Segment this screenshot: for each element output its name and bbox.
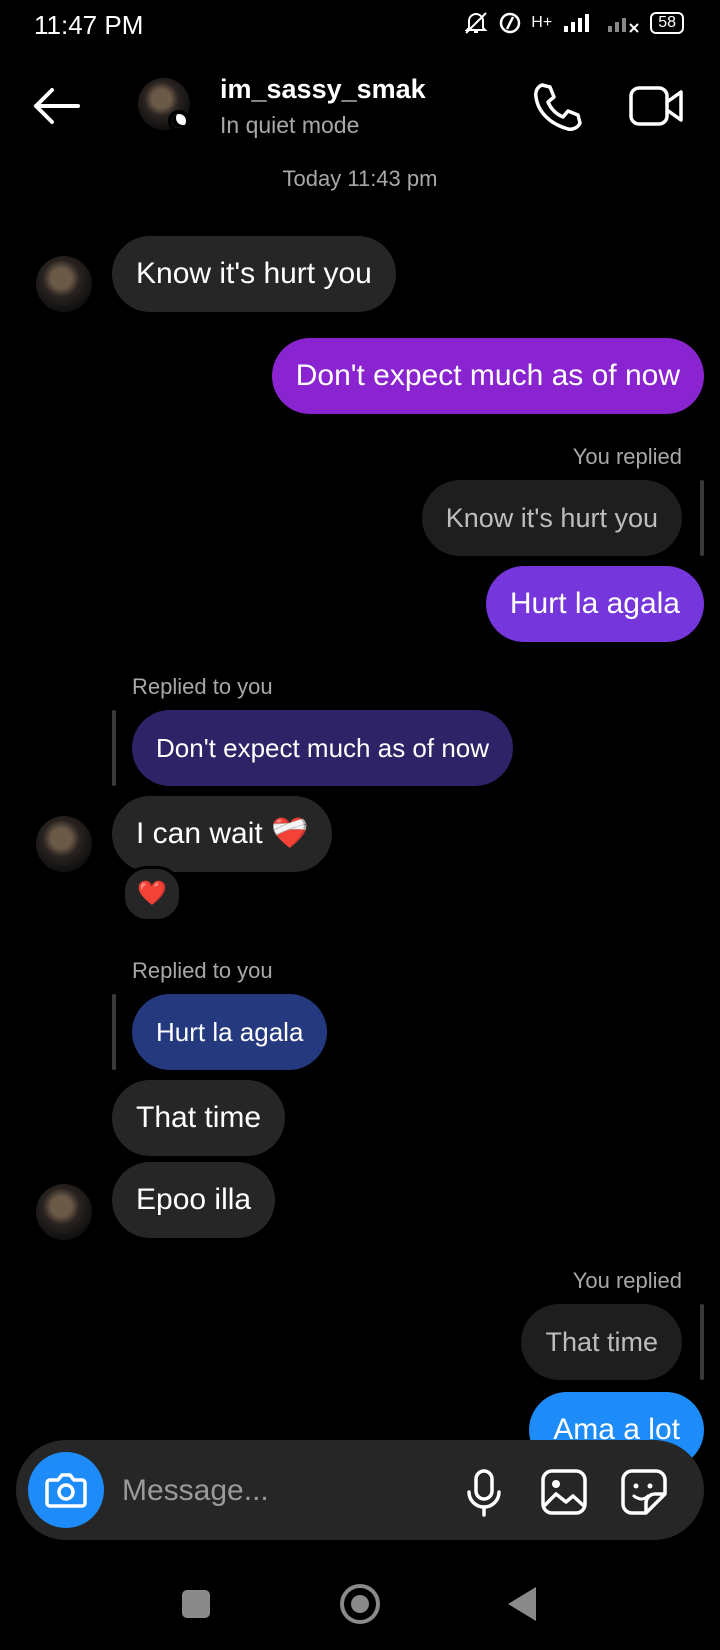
gallery-icon[interactable] (540, 1468, 588, 1516)
phone-icon[interactable] (530, 80, 582, 132)
conversation-timestamp: Today 11:43 pm (282, 166, 438, 191)
network-type: H+ (531, 14, 553, 31)
contact-status: In quiet mode (220, 112, 360, 138)
quote-bar (112, 994, 116, 1070)
contact-username[interactable]: im_sassy_smak (220, 74, 426, 105)
reply-label: You replied (572, 1268, 682, 1293)
microphone-icon[interactable] (464, 1468, 504, 1518)
quiet-mode-moon-icon (168, 110, 190, 132)
quoted-message[interactable]: That time (521, 1304, 682, 1380)
heart-reaction[interactable]: ❤️ (122, 866, 182, 922)
sender-avatar[interactable] (36, 256, 92, 312)
signal-icon (564, 14, 590, 32)
recent-apps-button[interactable] (182, 1590, 210, 1618)
quote-bar (112, 710, 116, 786)
message-input[interactable] (120, 1462, 444, 1520)
quoted-message[interactable]: Hurt la agala (132, 994, 328, 1070)
sender-avatar[interactable] (36, 816, 92, 872)
back-arrow-icon[interactable] (30, 86, 80, 126)
incoming-message[interactable]: That time (112, 1080, 286, 1156)
reply-label: Replied to you (132, 958, 273, 983)
outgoing-message[interactable]: Hurt la agala (485, 566, 704, 642)
nav-back-button[interactable] (508, 1587, 536, 1621)
reply-label: Replied to you (132, 674, 273, 699)
quoted-message[interactable]: Know it's hurt you (421, 480, 682, 556)
reply-label: You replied (572, 444, 682, 469)
home-button[interactable] (340, 1584, 380, 1624)
incoming-message[interactable]: I can wait ❤️‍🩹 (112, 796, 333, 872)
quote-bar (700, 1304, 704, 1380)
sticker-icon[interactable] (620, 1468, 668, 1516)
status-time: 11:47 PM (34, 10, 144, 40)
incoming-message[interactable]: Know it's hurt you (112, 236, 396, 312)
video-camera-icon[interactable] (628, 82, 684, 130)
quoted-message[interactable]: Don't expect much as of now (132, 710, 514, 786)
quote-bar (700, 480, 704, 556)
status-indicators: H+ 58 (463, 10, 684, 36)
camera-icon (45, 1473, 87, 1508)
incoming-message[interactable]: Epoo illa (112, 1162, 276, 1238)
outgoing-message[interactable]: Don't expect much as of now (271, 338, 704, 414)
instagram-notification-icon (500, 12, 521, 34)
mute-icon (464, 12, 488, 34)
camera-button[interactable] (28, 1452, 104, 1528)
sender-avatar[interactable] (36, 1184, 92, 1240)
signal-2-icon (608, 18, 639, 33)
battery-indicator: 58 (650, 12, 684, 34)
